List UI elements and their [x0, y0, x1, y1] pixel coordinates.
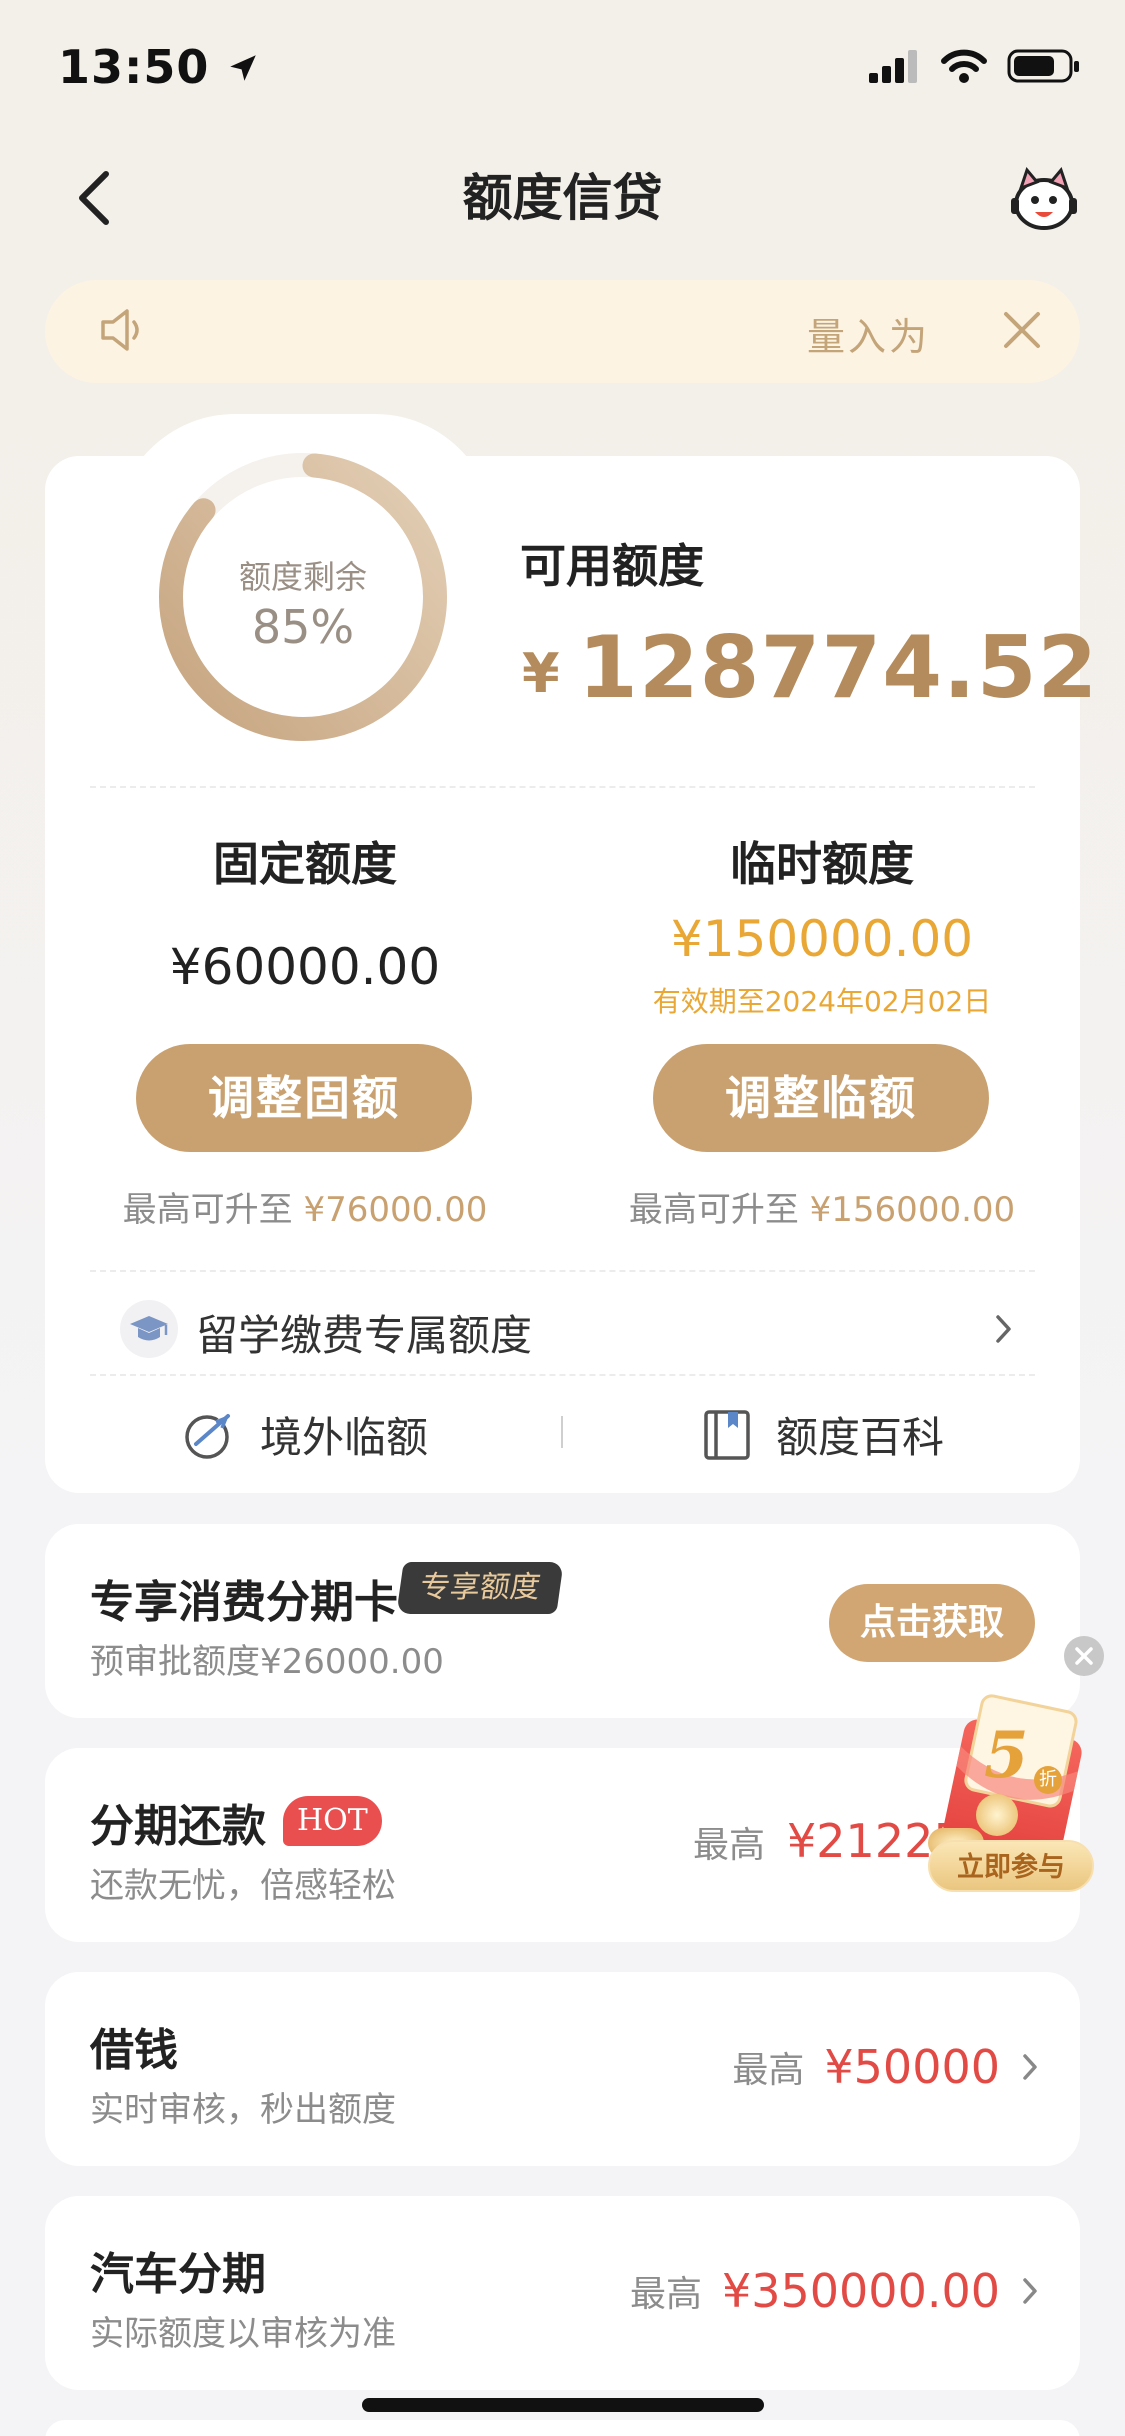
graduation-cap-icon	[120, 1300, 178, 1358]
assistant-mascot-icon[interactable]	[1007, 162, 1081, 236]
quota-encyclopedia-link[interactable]: 额度百科	[702, 1404, 944, 1465]
temp-max-prefix: 最高可升至	[628, 1190, 799, 1230]
promo-close-button[interactable]	[1064, 1636, 1104, 1676]
exclusive-quota-badge: 专享额度	[396, 1562, 564, 1614]
fixed-max-value: ¥76000.00	[303, 1190, 488, 1230]
status-time: 13:50	[58, 40, 260, 94]
join-now-button[interactable]: 立即参与	[928, 1840, 1094, 1892]
chevron-right-icon[interactable]	[993, 1312, 1015, 1346]
fixed-max-upgrade: 最高可升至 ¥76000.00	[45, 1182, 565, 1231]
auto-loan-card[interactable]: 汽车分期 实际额度以审核为准 最高 ¥350000.00	[45, 2196, 1080, 2390]
available-currency: ¥	[522, 642, 560, 705]
promo-discount-unit: 折	[1034, 1766, 1062, 1794]
globe-plane-icon	[185, 1413, 230, 1459]
speaker-icon	[101, 309, 139, 351]
cellular-signal-icon	[869, 50, 917, 83]
card-title: 汽车分期	[90, 2249, 266, 2300]
card-subtitle: 实际额度以审核为准	[90, 2314, 396, 2354]
close-icon[interactable]	[1000, 308, 1044, 352]
temp-quota-expiry: 有效期至2024年02月02日	[652, 985, 992, 1018]
temp-max-value: ¥156000.00	[809, 1190, 1016, 1230]
location-arrow-icon	[230, 55, 257, 81]
notice-text: 量入为	[806, 315, 930, 359]
max-label: 最高	[732, 2050, 805, 2091]
card-subtitle: 还款无忧，倍感轻松	[90, 1866, 396, 1906]
status-icons	[867, 48, 1081, 84]
card-title: 分期还款	[90, 1801, 266, 1852]
borrow-card[interactable]: 借钱 实时审核，秒出额度 最高 ¥50000	[45, 1972, 1080, 2166]
temp-quota-amount: ¥150000.00	[670, 910, 974, 968]
get-offer-button[interactable]: 点击获取	[829, 1584, 1035, 1662]
available-amount: 128774.52	[578, 618, 1099, 718]
ring-label: 额度剩余	[238, 558, 367, 596]
max-label: 最高	[693, 1825, 766, 1866]
overseas-temp-link[interactable]: 境外临额	[182, 1404, 428, 1465]
home-indicator	[362, 2398, 764, 2412]
fixed-quota-title: 固定额度	[213, 837, 397, 891]
max-amount: 最高 ¥50000	[732, 2040, 1040, 2094]
battery-icon	[1007, 49, 1079, 83]
adjust-fixed-button[interactable]: 调整固额	[136, 1044, 472, 1152]
fixed-max-prefix: 最高可升至	[122, 1190, 293, 1230]
max-value: ¥50000	[824, 2040, 1000, 2094]
promo-discount: 5	[984, 1718, 1029, 1793]
divider	[90, 1374, 1035, 1376]
hot-badge: HOT	[283, 1796, 382, 1846]
max-label: 最高	[629, 2274, 702, 2315]
study-abroad-quota-link[interactable]: 留学缴费专属额度	[196, 1302, 532, 1363]
divider	[90, 1270, 1035, 1272]
max-amount: 最高 ¥350000.00	[630, 2264, 1040, 2318]
max-value: ¥350000.00	[721, 2264, 1000, 2318]
page-title: 额度信贷	[462, 169, 663, 227]
card-title: 借钱	[90, 2025, 178, 2076]
gold-coin-icon	[976, 1794, 1018, 1836]
temp-max-upgrade: 最高可升至 ¥156000.00	[562, 1182, 1082, 1231]
overseas-temp-label: 境外临额	[260, 1413, 429, 1462]
book-icon	[704, 1409, 750, 1460]
card-subtitle: 预审批额度¥26000.00	[90, 1642, 444, 1682]
ring-percent: 85%	[251, 600, 355, 654]
close-icon	[1075, 1647, 1093, 1665]
divider	[90, 786, 1035, 788]
chevron-right-icon	[1023, 2054, 1037, 2080]
card-title: 专享消费分期卡	[90, 1577, 398, 1628]
quota-encyclopedia-label: 额度百科	[776, 1413, 945, 1462]
vertical-divider	[561, 1416, 563, 1448]
wifi-icon	[941, 49, 987, 83]
adjust-temp-button[interactable]: 调整临额	[653, 1044, 989, 1152]
notice-bar[interactable]: 量入为	[45, 280, 1080, 383]
card-subtitle: 实时审核，秒出额度	[90, 2090, 396, 2130]
temp-quota-title: 临时额度	[730, 837, 914, 891]
fixed-quota-amount: ¥60000.00	[169, 938, 441, 996]
available-label: 可用额度	[520, 539, 704, 593]
next-card-peek	[45, 2420, 1080, 2436]
chevron-right-icon	[1023, 2278, 1037, 2304]
